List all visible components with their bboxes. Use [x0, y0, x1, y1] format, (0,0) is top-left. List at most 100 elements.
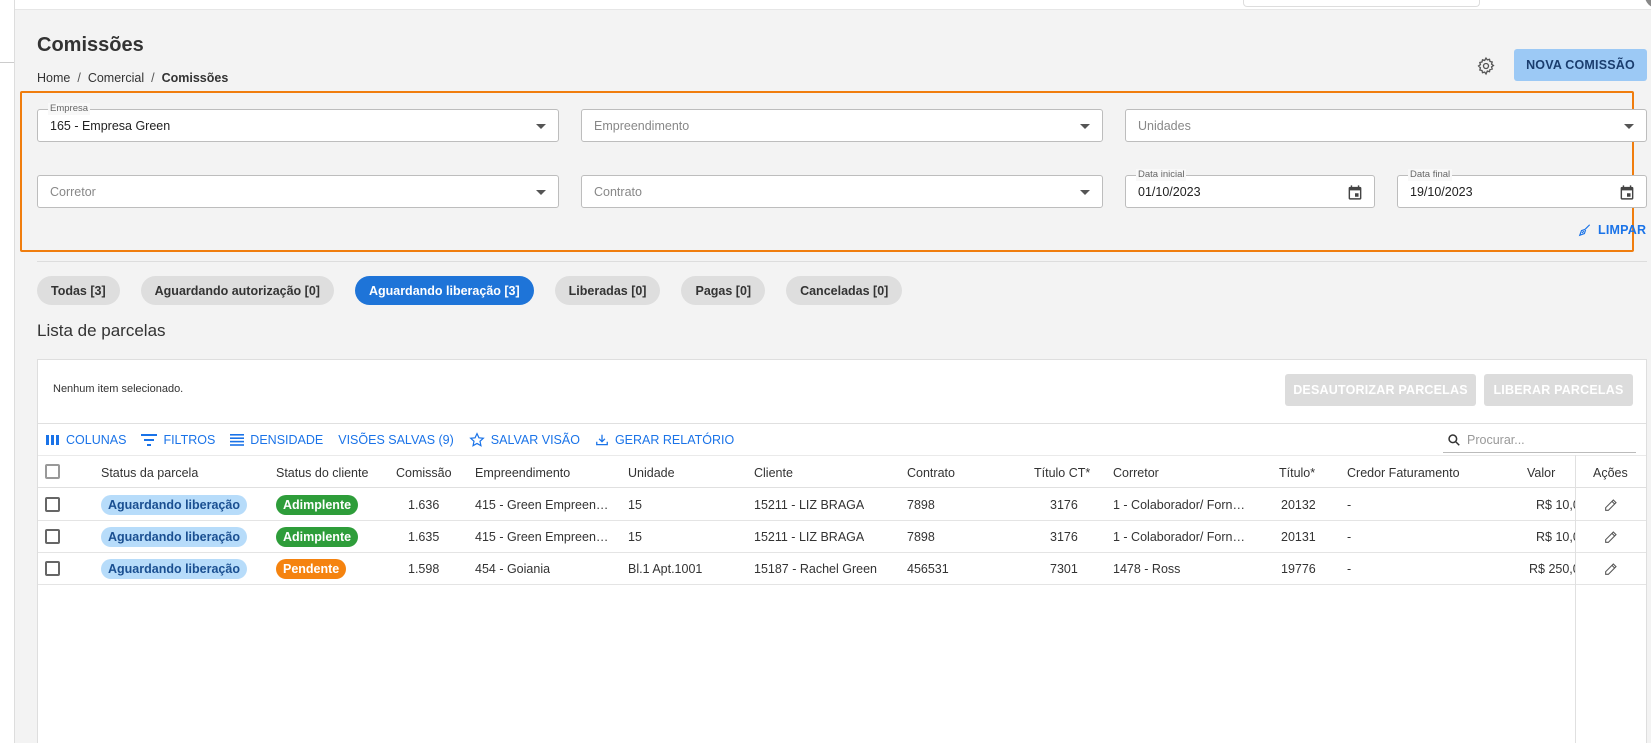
col-acoes: Ações — [1593, 466, 1628, 480]
data-inicial-value: 01/10/2023 — [1138, 185, 1201, 199]
download-icon — [596, 434, 608, 446]
table-header: Status da parcela Status do cliente Comi… — [38, 455, 1646, 488]
cell-titulo: 20131 — [1281, 530, 1316, 544]
empreendimento-select[interactable]: Empreendimento — [581, 109, 1103, 142]
chevron-down-icon — [1080, 124, 1090, 129]
star-icon — [469, 432, 485, 447]
cell-valor: R$ 10,0 — [1536, 498, 1575, 512]
col-empreendimento[interactable]: Empreendimento — [475, 466, 570, 480]
col-unidade[interactable]: Unidade — [628, 466, 675, 480]
col-cliente[interactable]: Cliente — [754, 466, 793, 480]
col-credor[interactable]: Credor Faturamento — [1347, 466, 1460, 480]
selection-info: Nenhum item selecionado. — [53, 383, 184, 395]
unidades-placeholder: Unidades — [1138, 119, 1191, 133]
saved-views-label: VISÕES SALVAS (9) — [338, 433, 454, 447]
chip-liberadas[interactable]: Liberadas [0] — [554, 276, 661, 305]
row-checkbox[interactable] — [45, 529, 60, 544]
col-status-cliente[interactable]: Status do cliente — [276, 466, 368, 480]
density-icon — [230, 434, 245, 446]
corretor-select[interactable]: Corretor — [37, 175, 559, 208]
cell-comissao: 1.598 — [408, 562, 440, 576]
data-final-value: 19/10/2023 — [1410, 185, 1473, 199]
breadcrumb-comercial[interactable]: Comercial — [88, 71, 144, 85]
cell-unidade: 15 — [628, 530, 642, 544]
empreendimento-placeholder: Empreendimento — [594, 119, 690, 133]
cell-empreendimento: 415 - Green Empreen… — [475, 498, 609, 512]
parcelas-table: Nenhum item selecionado. DESAUTORIZAR PA… — [37, 359, 1647, 743]
search-placeholder: Procurar... — [1467, 433, 1525, 447]
col-status-parcela[interactable]: Status da parcela — [101, 466, 198, 480]
status-badge: Aguardando liberação — [101, 559, 247, 579]
status-badge: Pendente — [276, 559, 347, 579]
table-row[interactable]: Aguardando liberação Pendente 1.598 454 … — [38, 553, 1646, 585]
chip-aguardando-autorizacao[interactable]: Aguardando autorização [0] — [140, 276, 334, 305]
select-all-checkbox[interactable] — [45, 464, 60, 479]
edit-icon[interactable] — [1603, 561, 1619, 577]
top-search-input[interactable] — [1243, 0, 1480, 7]
cell-corretor: 1 - Colaborador/ Forn… — [1113, 498, 1246, 512]
divider — [37, 261, 1647, 262]
cell-titulo: 20132 — [1281, 498, 1316, 512]
calendar-icon[interactable] — [1618, 184, 1636, 201]
edit-icon[interactable] — [1603, 529, 1619, 545]
col-valor[interactable]: Valor — [1527, 466, 1555, 480]
table-row[interactable]: Aguardando liberação Adimplente 1.635 41… — [38, 521, 1646, 553]
cell-contrato: 7898 — [907, 530, 935, 544]
chip-todas[interactable]: Todas [3] — [37, 276, 120, 305]
cell-comissao: 1.636 — [408, 498, 440, 512]
chevron-down-icon — [536, 190, 546, 195]
page-title: Comissões — [37, 34, 144, 56]
new-commission-button[interactable]: NOVA COMISSÃO — [1514, 49, 1647, 81]
cell-valor: R$ 250,0 — [1529, 562, 1575, 576]
edit-icon[interactable] — [1603, 497, 1619, 513]
columns-button[interactable]: COLUNAS — [46, 433, 126, 447]
unidades-select[interactable]: Unidades — [1125, 109, 1647, 142]
density-button[interactable]: DENSIDADE — [230, 433, 323, 447]
row-checkbox[interactable] — [45, 497, 60, 512]
row-checkbox[interactable] — [45, 561, 60, 576]
top-bar — [15, 0, 1651, 10]
calendar-icon[interactable] — [1346, 184, 1364, 201]
save-view-button[interactable]: SALVAR VISÃO — [469, 432, 580, 448]
breadcrumb-home[interactable]: Home — [37, 71, 70, 85]
col-contrato[interactable]: Contrato — [907, 466, 955, 480]
filters-label: FILTROS — [163, 433, 216, 447]
table-row[interactable]: Aguardando liberação Adimplente 1.636 41… — [38, 489, 1646, 521]
chevron-down-icon — [1624, 124, 1634, 129]
data-inicial-field[interactable]: Data inicial 01/10/2023 — [1125, 169, 1375, 208]
status-badge: Aguardando liberação — [101, 527, 247, 547]
section-title: Lista de parcelas — [37, 321, 166, 340]
report-label: GERAR RELATÓRIO — [614, 433, 735, 447]
col-titulo-ct[interactable]: Título CT* — [1034, 466, 1090, 480]
breadcrumb: Home / Comercial / Comissões — [37, 71, 229, 85]
cell-credor: - — [1347, 562, 1352, 576]
release-button[interactable]: LIBERAR PARCELAS — [1484, 374, 1633, 406]
data-final-label: Data final — [1408, 169, 1453, 181]
columns-icon — [46, 435, 59, 445]
empresa-value: 165 - Empresa Green — [50, 119, 171, 133]
contrato-select[interactable]: Contrato — [581, 175, 1103, 208]
grid-search-input[interactable]: Procurar... — [1443, 428, 1636, 453]
col-corretor[interactable]: Corretor — [1113, 466, 1159, 480]
avatar[interactable] — [1645, 0, 1651, 8]
chip-pagas[interactable]: Pagas [0] — [681, 276, 766, 305]
cell-cliente: 15187 - Rachel Green — [754, 562, 877, 576]
chip-aguardando-liberacao[interactable]: Aguardando liberação [3] — [354, 276, 534, 305]
chevron-down-icon — [1080, 190, 1090, 195]
filters-button[interactable]: FILTROS — [141, 433, 215, 447]
clear-filters-button[interactable]: LIMPAR — [1578, 223, 1646, 237]
chip-canceladas[interactable]: Canceladas [0] — [786, 276, 903, 305]
cell-credor: - — [1347, 498, 1352, 512]
report-button[interactable]: GERAR RELATÓRIO — [595, 433, 734, 447]
col-titulo[interactable]: Título* — [1279, 466, 1315, 480]
data-final-field[interactable]: Data final 19/10/2023 — [1397, 169, 1647, 208]
empresa-select[interactable]: Empresa 165 - Empresa Green — [37, 103, 559, 142]
col-comissao[interactable]: Comissão — [396, 466, 452, 480]
deauthorize-button[interactable]: DESAUTORIZAR PARCELAS — [1285, 374, 1476, 406]
cell-unidade: Bl.1 Apt.1001 — [628, 562, 703, 576]
saved-views-button[interactable]: VISÕES SALVAS (9) — [338, 433, 454, 447]
gear-icon[interactable] — [1476, 56, 1496, 76]
broom-icon — [1578, 224, 1591, 237]
status-badge: Adimplente — [276, 495, 359, 515]
density-label: DENSIDADE — [250, 433, 324, 447]
